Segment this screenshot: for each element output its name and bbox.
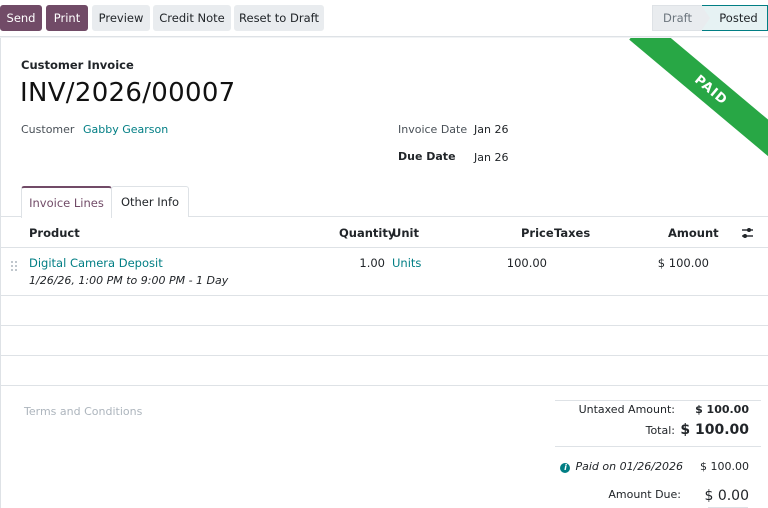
paid-on-label: i Paid on 01/26/2026 bbox=[541, 460, 683, 473]
untaxed-amount-value: $ 100.00 bbox=[695, 403, 749, 416]
table-row[interactable]: Digital Camera Deposit 1/26/26, 1:00 PM … bbox=[1, 248, 768, 296]
status-posted[interactable]: Posted bbox=[701, 5, 768, 31]
lines-table-header: Product Quantity Unit Price Taxes Amount bbox=[1, 218, 768, 248]
table-row-empty[interactable] bbox=[1, 296, 768, 326]
line-amount: $ 100.00 bbox=[657, 256, 709, 270]
terms-conditions-field[interactable]: Terms and Conditions bbox=[24, 405, 142, 418]
paid-ribbon: PAID bbox=[629, 38, 768, 162]
due-date-field[interactable]: Jan 26 bbox=[474, 151, 508, 164]
print-button[interactable]: Print bbox=[46, 5, 88, 31]
col-product[interactable]: Product bbox=[29, 226, 80, 240]
total-label: Total: bbox=[645, 424, 675, 437]
invoice-type-label: Customer Invoice bbox=[21, 58, 134, 72]
paid-on-text: Paid on 01/26/2026 bbox=[575, 460, 683, 473]
line-quantity[interactable]: 1.00 bbox=[341, 256, 385, 270]
status-draft[interactable]: Draft bbox=[652, 5, 702, 31]
col-quantity[interactable]: Quantity bbox=[339, 226, 395, 240]
col-unit[interactable]: Unit bbox=[392, 226, 419, 240]
optional-columns-icon[interactable] bbox=[741, 227, 754, 239]
col-taxes[interactable]: Taxes bbox=[554, 226, 590, 240]
amount-due-label: Amount Due: bbox=[608, 488, 681, 501]
credit-note-button[interactable]: Credit Note bbox=[153, 5, 231, 31]
tab-invoice-lines[interactable]: Invoice Lines bbox=[21, 186, 112, 218]
col-price[interactable]: Price bbox=[521, 226, 554, 240]
col-amount[interactable]: Amount bbox=[668, 226, 719, 240]
invoice-date-label: Invoice Date bbox=[398, 123, 468, 136]
drag-handle-icon[interactable] bbox=[10, 260, 18, 272]
line-unit[interactable]: Units bbox=[392, 256, 421, 270]
totals-divider bbox=[555, 400, 761, 401]
send-button[interactable]: Send bbox=[0, 5, 42, 31]
status-bar: Draft Posted bbox=[652, 5, 768, 31]
line-price[interactable]: 100.00 bbox=[497, 256, 547, 270]
customer-link[interactable]: Gabby Gearson bbox=[83, 123, 168, 136]
form-sheet: PAID Customer Invoice INV/2026/00007 Cus… bbox=[0, 38, 768, 508]
due-date-label: Due Date bbox=[398, 150, 456, 163]
info-icon[interactable]: i bbox=[560, 463, 571, 473]
preview-button[interactable]: Preview bbox=[92, 5, 150, 31]
table-row-empty[interactable] bbox=[1, 356, 768, 386]
reset-to-draft-button[interactable]: Reset to Draft bbox=[234, 5, 324, 31]
invoice-number: INV/2026/00007 bbox=[20, 78, 236, 108]
tab-other-info[interactable]: Other Info bbox=[111, 186, 189, 217]
paid-amount-value: $ 100.00 bbox=[700, 460, 749, 473]
amount-due-value: $ 0.00 bbox=[704, 488, 749, 504]
line-description: 1/26/26, 1:00 PM to 9:00 PM - 1 Day bbox=[29, 274, 229, 287]
untaxed-amount-label: Untaxed Amount: bbox=[578, 403, 675, 416]
total-value: $ 100.00 bbox=[680, 422, 749, 438]
table-row-empty[interactable] bbox=[1, 326, 768, 356]
invoice-date-field[interactable]: Jan 26 bbox=[474, 123, 508, 136]
notebook-tabs: Invoice Lines Other Info bbox=[1, 186, 768, 218]
totals-divider bbox=[555, 446, 761, 447]
customer-label: Customer bbox=[21, 123, 75, 136]
line-product[interactable]: Digital Camera Deposit bbox=[29, 256, 163, 270]
control-panel: Send Print Preview Credit Note Reset to … bbox=[0, 0, 768, 37]
